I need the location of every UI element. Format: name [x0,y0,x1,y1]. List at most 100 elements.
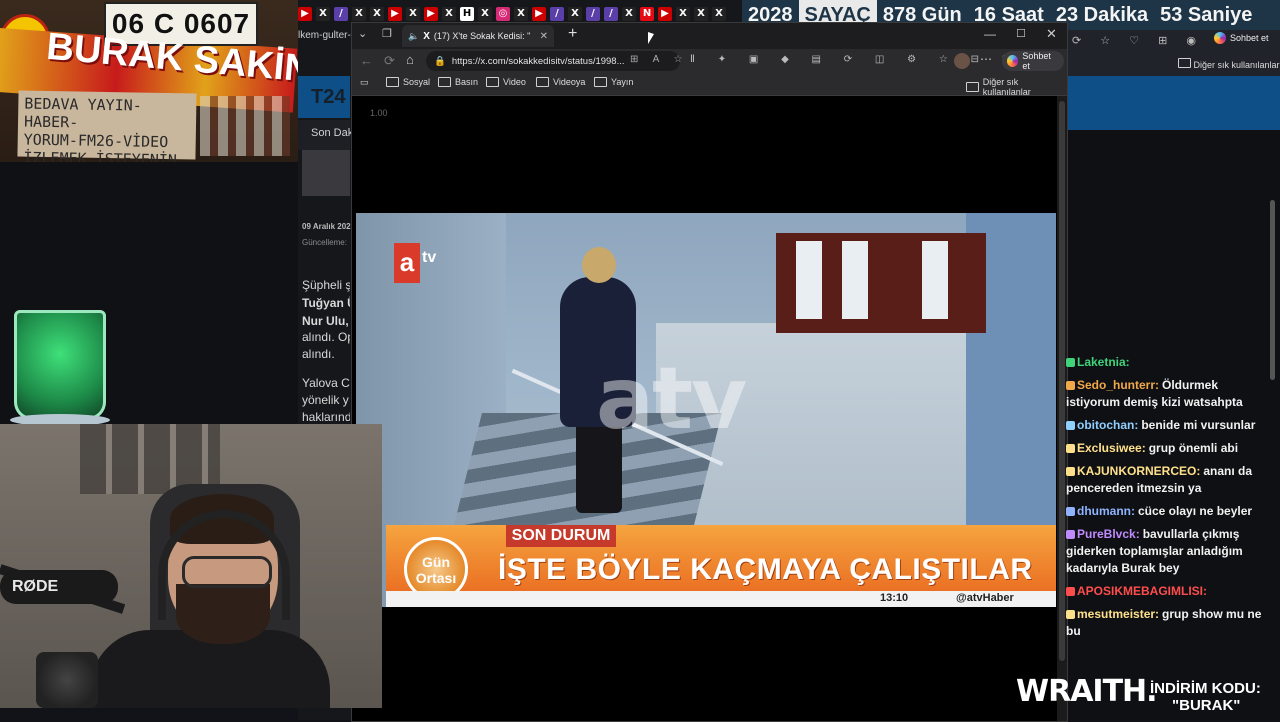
instagram-icon[interactable]: ◎ [496,7,510,21]
folder-icon [486,77,499,87]
gem-cup-icon [10,310,110,426]
video-door-window [842,241,868,319]
other-bookmarks[interactable]: Diğer sık kullanılanlar [966,77,1067,97]
back-arrow-icon[interactable]: ← [360,53,373,68]
chat-message: Exclusiwee: grup önemli abi [1066,440,1270,457]
home-icon[interactable]: ⌂ [406,52,414,67]
video-player[interactable]: atv a tv SON DURUM Gün Ortası İŞTE BÖYLE… [356,213,1056,621]
extension-icons[interactable]: Ⅱ ✦ ▣ ◆ ▤ ⟳ ◫ ⚙ ☆ ⊟ ♡ ⊡ [690,54,1052,65]
bookmarks-bar: ▭ Sosyal Basın Video Videoya Yayın Diğer… [352,73,1067,97]
chat-badge-icon [1066,381,1075,390]
youtube-icon[interactable]: ▶ [532,7,546,21]
reading-list-icon[interactable]: ▭ [360,77,369,88]
cardboard-line: İZLEMEK İSTEYENİN AMK [23,148,178,162]
x-icon[interactable]: X [316,7,330,21]
lock-icon[interactable]: 🔒 [434,56,446,67]
chat-message: PureBlvck: bavullarla çıkmış giderken top… [1066,526,1270,577]
bookmark-folder-sosyal[interactable]: Sosyal [386,77,430,87]
article-text-line: Tuğyan Ü [302,296,350,310]
bookmark-folder-videoya[interactable]: Videoya [536,77,585,87]
bookmark-folder-video[interactable]: Video [486,77,526,87]
chat-username[interactable]: obitochan: [1077,418,1138,432]
workspaces-icon[interactable]: ❐ [382,27,392,40]
chat-username[interactable]: Laketnia: [1077,355,1130,369]
chat-message: Sedo_hunterr: Öldurmek istiyorum demiş ki… [1066,377,1270,411]
chat-username[interactable]: mesutmeister: [1077,607,1159,621]
chat-username[interactable]: KAJUNKORNERCEO: [1077,464,1200,478]
discount-code-label: İNDİRİM KODU: [1150,680,1261,697]
webcam-overlay: RØDE [0,424,382,708]
chat-message: APOSIKMEBAGIMLISI: [1066,583,1270,600]
youtube-icon[interactable]: ▶ [658,7,672,21]
close-window-icon[interactable]: ✕ [1046,26,1057,42]
youtube-icon[interactable]: ▶ [298,7,312,21]
sponsor-logo: WRAITH. [1016,674,1158,709]
site-logo[interactable]: T24 [311,86,345,109]
x-icon[interactable]: X [514,7,528,21]
other-bookmarks-right[interactable]: Diğer sık kullanılanlar [1178,58,1280,70]
more-menu-icon[interactable]: ⋯ [980,52,992,66]
copilot-button-right[interactable]: Sohbet et [1214,32,1269,44]
feather-icon[interactable]: / [586,7,600,21]
profile-avatar[interactable] [954,53,970,69]
chat-badge-icon [1066,421,1075,430]
bookmark-folder-yayin[interactable]: Yayın [594,77,633,87]
video-door-window [796,241,822,319]
toolbar-icons-right[interactable]: ⟳ ☆ ♡ ⊞ ◉ [1072,34,1212,48]
x-icon[interactable]: X [352,7,366,21]
x-icon[interactable]: X [622,7,636,21]
new-tab-button[interactable]: + [568,25,577,43]
x-icon[interactable]: X [442,7,456,21]
x-icon[interactable]: X [406,7,420,21]
chat-username[interactable]: Exclusiwee: [1077,441,1146,455]
chat-username[interactable]: dhumann: [1077,504,1135,518]
x-icon[interactable]: X [478,7,492,21]
background-site-header-right [1066,76,1280,130]
nav-link-son-dakika[interactable]: Son Dak [311,127,353,139]
youtube-icon[interactable]: ▶ [388,7,402,21]
x-icon[interactable]: X [370,7,384,21]
news-headline: İŞTE BÖYLE KAÇMAYA ÇALIŞTILAR [498,553,1033,586]
hurriyet-icon[interactable]: H [460,7,474,21]
bookmark-folder-basin[interactable]: Basın [438,77,478,87]
close-tab-icon[interactable]: ✕ [540,31,548,42]
chat-username[interactable]: APOSIKMEBAGIMLISI: [1077,584,1207,598]
folder-icon [386,77,399,87]
speaker-icon[interactable]: 🔈 [408,31,419,42]
netflix-icon[interactable]: N [640,7,654,21]
url-text: https://x.com/sokakkedisitv/status/1998.… [451,55,625,67]
discount-code: "BURAK" [1172,697,1241,714]
background-tab[interactable]: lkem-gulter- [298,30,358,48]
scrollbar-thumb[interactable] [1059,101,1065,661]
channel-logo-suffix: tv [422,249,437,266]
chat-username[interactable]: PureBlvck: [1077,527,1140,541]
x-icon[interactable]: X [568,7,582,21]
channel-handle: @atvHaber [956,592,1014,604]
chat-badge-icon [1066,610,1075,619]
youtube-icon[interactable]: ▶ [424,7,438,21]
address-bar-icons[interactable]: ⊞ A ☆ [630,54,688,65]
background-scrollbar[interactable] [1270,200,1275,380]
copilot-button[interactable]: Sohbet et [1002,51,1064,71]
copilot-label: Sohbet et [1022,51,1051,71]
minimize-icon[interactable]: — [984,27,996,41]
maximize-icon[interactable]: ☐ [1016,27,1026,40]
tab-x-post[interactable]: 🔈 X (17) X'te Sokak Kedisi: " ✕ [402,25,554,47]
tab-actions-chevron-icon[interactable]: ⌄ [358,27,367,40]
address-toolbar: ← ⟳ ⌂ 🔒 https://x.com/sokakkedisitv/stat… [352,49,1067,73]
x-icon[interactable]: X [712,7,726,21]
x-icon[interactable]: X [676,7,690,21]
feather-icon[interactable]: / [604,7,618,21]
feather-icon[interactable]: / [550,7,564,21]
article-text-line: haklarınd [302,410,350,424]
chat-username[interactable]: Sedo_hunterr: [1077,378,1159,392]
folder-icon [594,77,607,87]
x-icon[interactable]: X [694,7,708,21]
keyboard [36,652,98,708]
pinned-tabs-strip[interactable]: ▶ X / X X ▶ X ▶ X H X ◎ X ▶ / X / / X N … [298,6,738,22]
video-person-head [582,247,616,283]
refresh-icon[interactable]: ⟳ [384,53,395,69]
feather-icon[interactable]: / [334,7,348,21]
article-text-line: alındı. Op [302,330,350,344]
chat-text: cüce olayı ne beyler [1138,504,1253,518]
